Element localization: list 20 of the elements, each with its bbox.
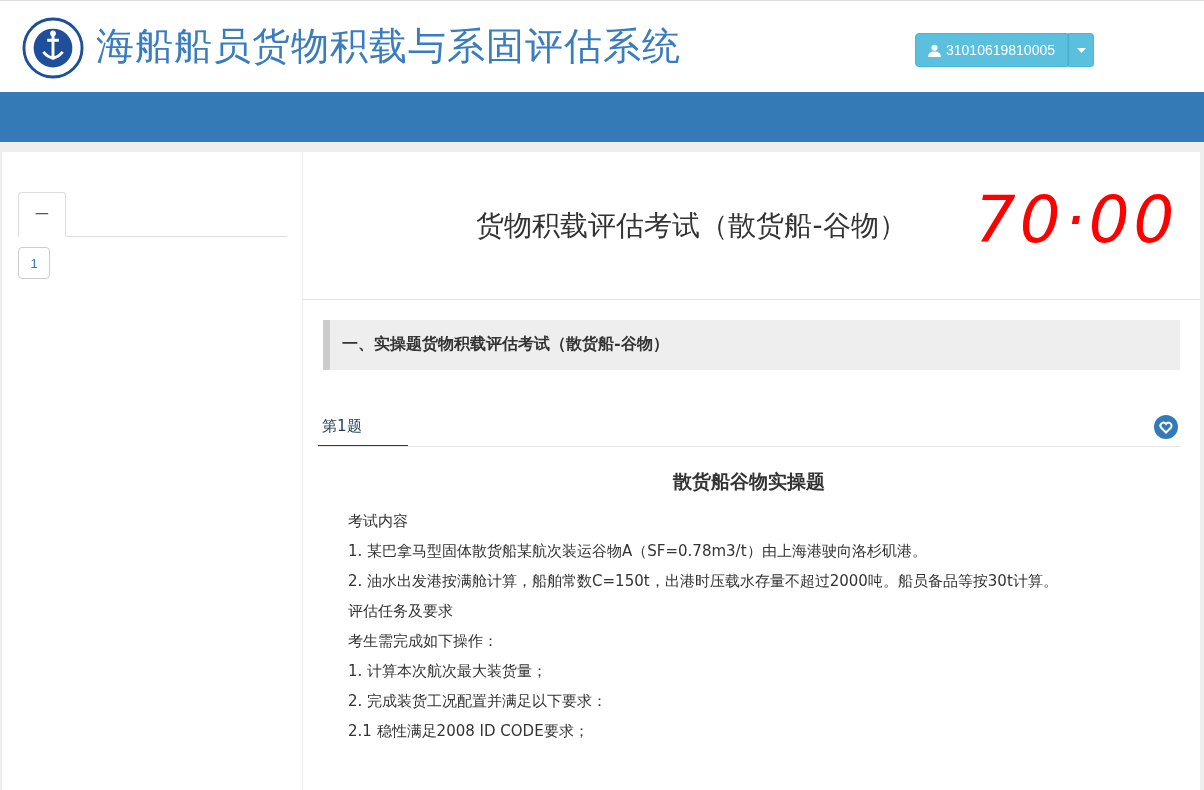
question-number-button[interactable]: 1: [18, 247, 50, 279]
question-text: 考试内容: [348, 511, 408, 531]
anchor-emblem-icon: [22, 16, 84, 79]
question-text: 评估任务及要求: [348, 601, 453, 621]
dropdown-button[interactable]: [1068, 33, 1094, 67]
user-icon: [928, 43, 941, 57]
question-text: 考生需完成如下操作：: [348, 631, 498, 651]
caret-icon: [1076, 47, 1086, 53]
question-text: 1. 某巴拿马型固体散货船某航次装运谷物A（SF=0.78m3/t）由上海港驶向洛杉矶港。: [348, 541, 927, 561]
question-text: 2.1 稳性满足2008 ID CODE要求；: [348, 721, 589, 741]
question-text: 1. 计算本次航次最大装货量；: [348, 661, 548, 681]
score-mark: 70·00: [975, 188, 1179, 252]
question-heading: 散货船谷物实操题: [671, 469, 826, 494]
site-title: 海船船员货物积载与系固评估系统: [96, 23, 681, 70]
section-header: 一、实操题货物积载评估考试（散货船-谷物）: [323, 320, 1180, 370]
question-tab[interactable]: 第1题: [318, 408, 408, 446]
exam-title: 货物积载评估考试（散货船-谷物）: [476, 207, 907, 244]
section-tab[interactable]: 一: [18, 192, 66, 237]
question-text: 2. 完成装货工况配置并满足以下要求：: [348, 691, 608, 711]
question-text: 2. 油水出发港按满舱计算，船舶常数C=150t，出港时压载水存量不超过2000吨。船员备品等按30t计算。: [348, 571, 1058, 591]
